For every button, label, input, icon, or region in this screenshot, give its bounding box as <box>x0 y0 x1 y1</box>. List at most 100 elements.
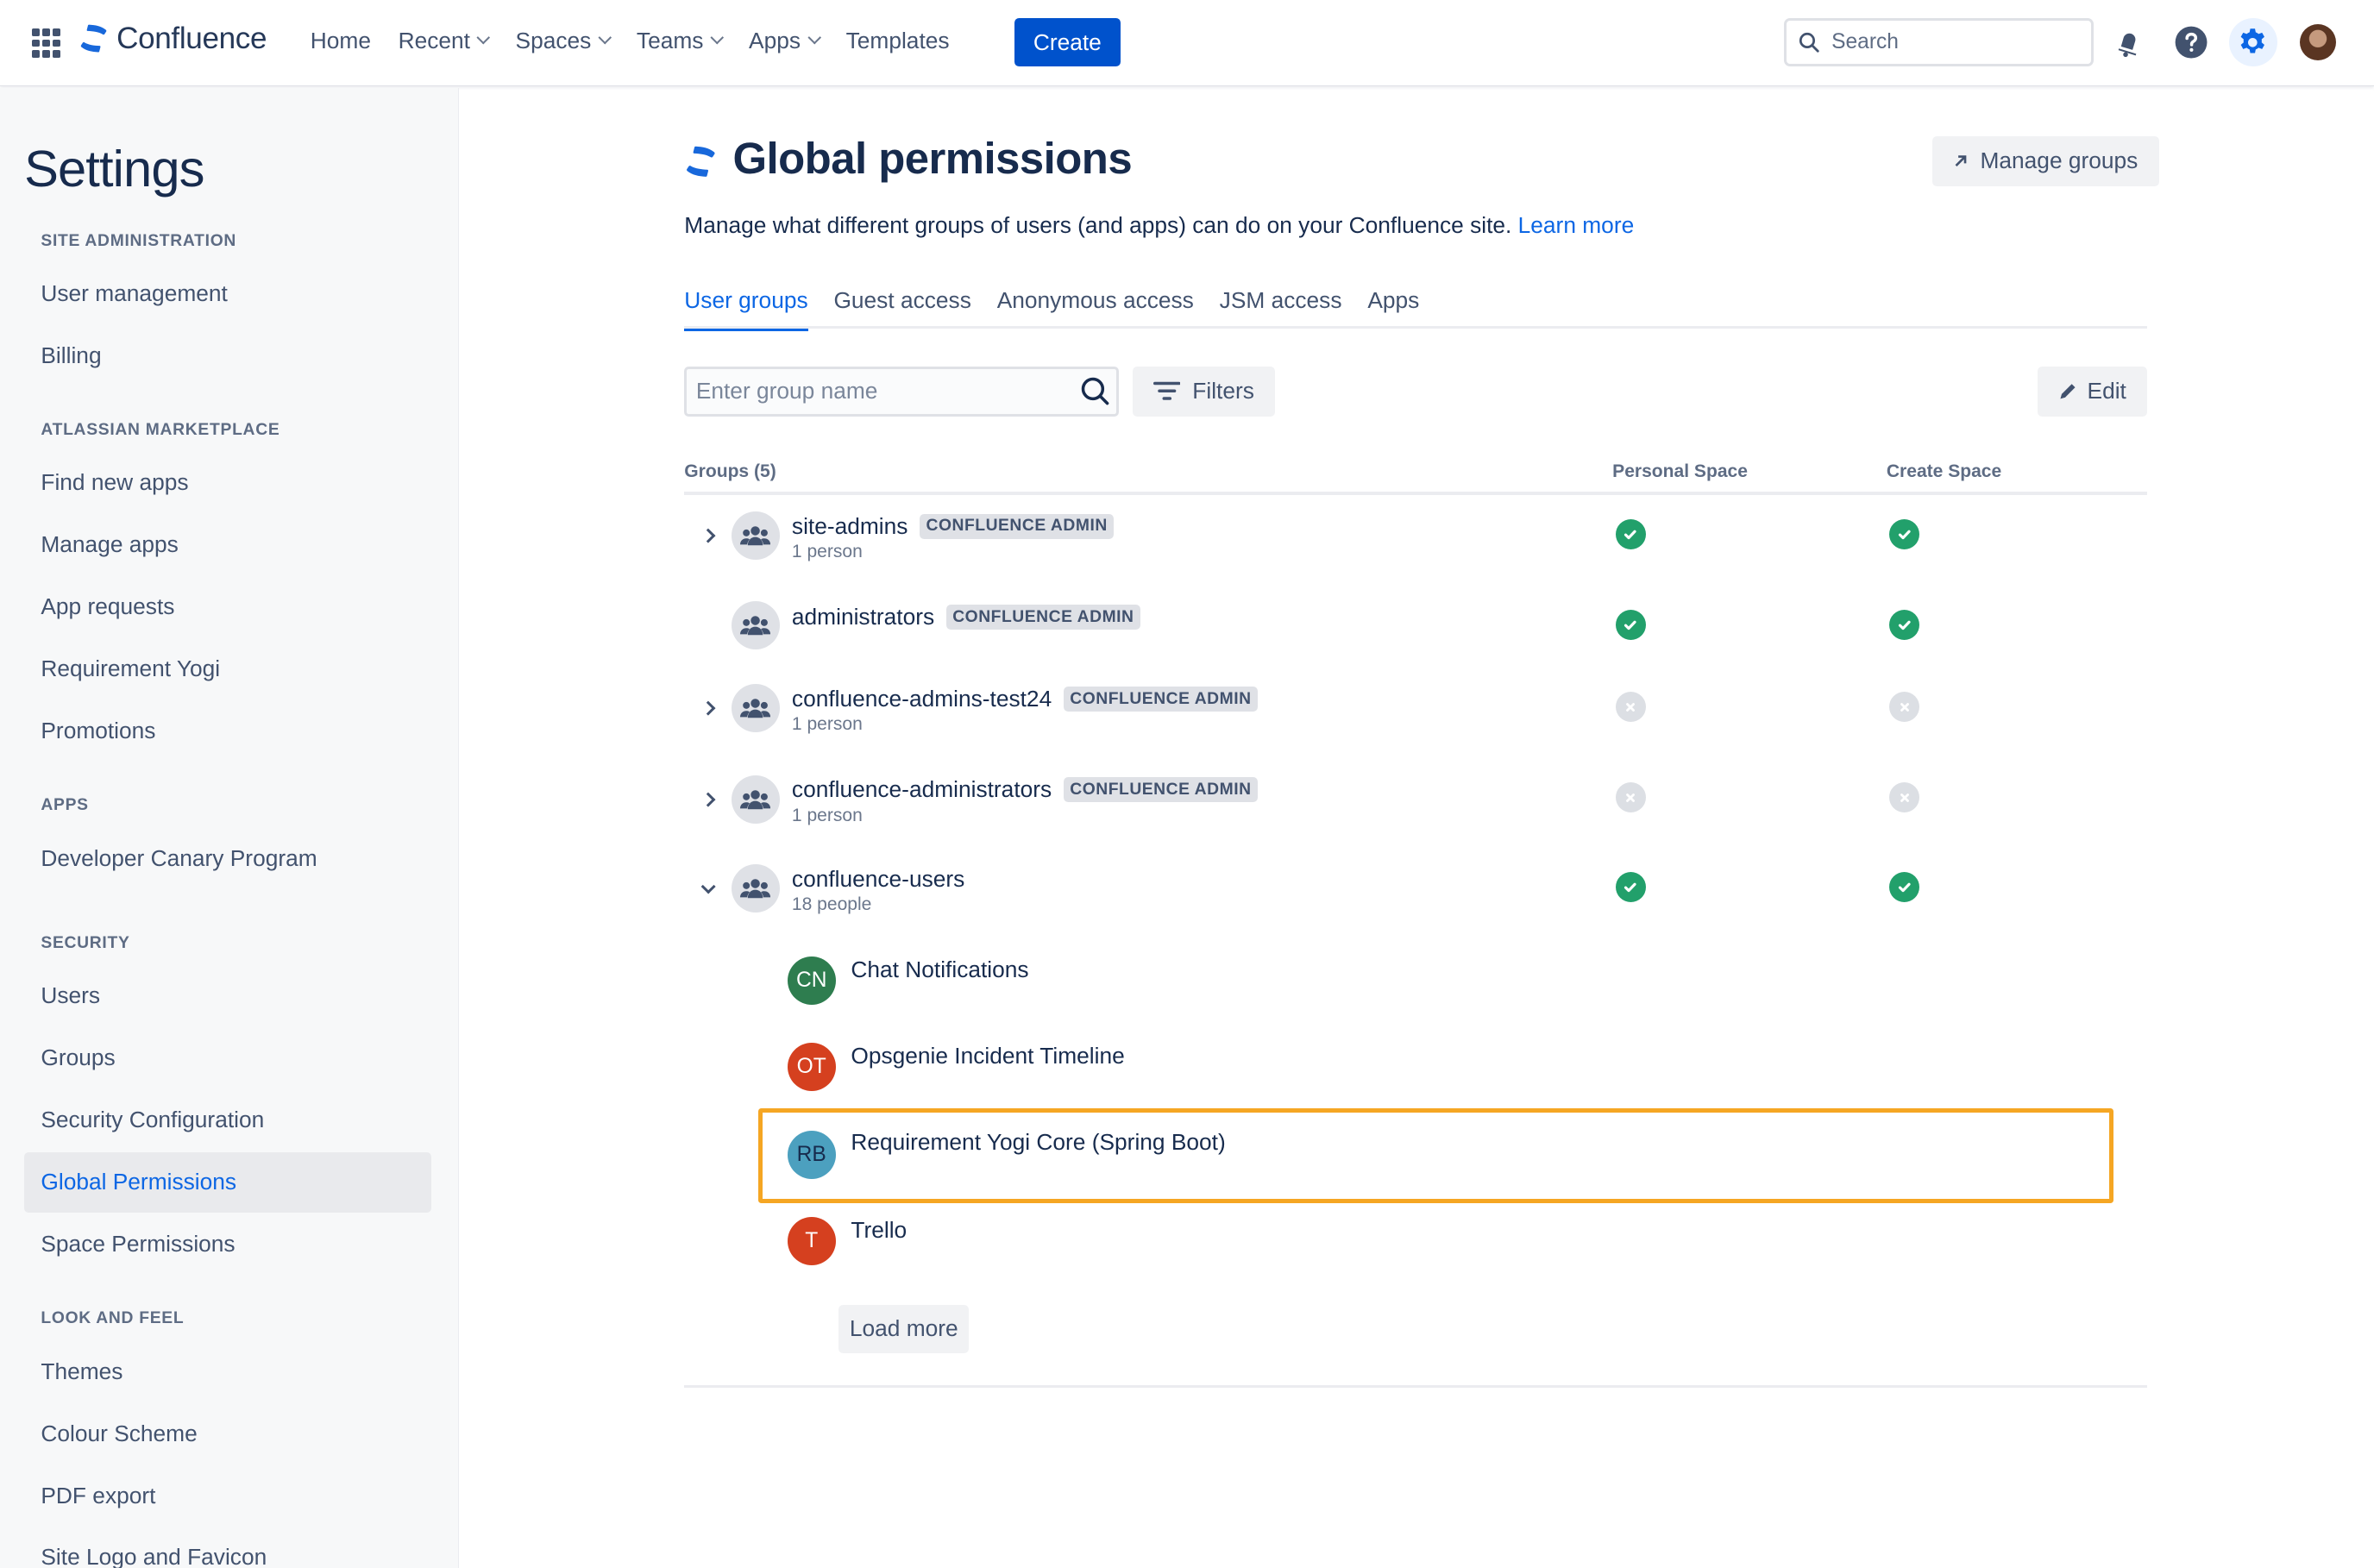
sidebar-item-users[interactable]: Users <box>24 966 431 1026</box>
notifications-icon[interactable] <box>2111 24 2147 60</box>
search-icon[interactable] <box>1074 370 1116 412</box>
nav-teams-label: Teams <box>636 27 704 53</box>
primary-nav: Home Recent Spaces Teams Apps Templates <box>311 28 977 54</box>
collapse-row-chevron-down-icon[interactable] <box>698 879 719 901</box>
personal-space-granted-check-icon <box>1615 518 1646 550</box>
sidebar-section-apps: APPS <box>41 796 89 815</box>
chevron-down-icon <box>807 31 821 45</box>
expand-row-chevron-right-icon[interactable] <box>698 698 719 719</box>
sidebar-item-billing[interactable]: Billing <box>24 325 431 386</box>
sidebar-item-pdf-export[interactable]: PDF export <box>24 1465 431 1526</box>
group-name-search-input[interactable]: Enter group name <box>684 366 1119 417</box>
chevron-down-icon <box>477 31 491 45</box>
filter-icon <box>1152 382 1181 401</box>
group-name-text: confluence-admins-test24 <box>791 686 1052 712</box>
nav-spaces[interactable]: Spaces <box>515 27 612 54</box>
create-space-denied-x-icon <box>1889 692 1920 723</box>
load-more-button[interactable]: Load more <box>838 1304 970 1354</box>
learn-more-link[interactable]: Learn more <box>1518 212 1635 238</box>
groups-column-header: Groups (5) <box>684 461 776 482</box>
table-header-divider <box>684 492 2147 495</box>
sidebar-item-user-management[interactable]: User management <box>24 263 431 323</box>
nav-templates[interactable]: Templates <box>846 28 950 54</box>
sidebar-section-atlassian-marketplace: ATLASSIAN MARKETPLACE <box>41 420 280 439</box>
group-name-text: confluence-administrators <box>791 776 1052 803</box>
group-name: confluence-administrators CONFLUENCE ADMI… <box>792 776 1258 803</box>
create-button[interactable]: Create <box>1014 18 1121 67</box>
nav-recent[interactable]: Recent <box>398 27 491 54</box>
sidebar-title: Settings <box>24 140 204 198</box>
manage-groups-button[interactable]: Manage groups <box>1931 135 2159 186</box>
filters-button[interactable]: Filters <box>1132 366 1275 417</box>
nav-spaces-label: Spaces <box>515 27 592 53</box>
table-bottom-divider <box>684 1384 2147 1389</box>
settings-sidebar: Settings SITE ADMINISTRATION User manage… <box>0 87 459 1568</box>
group-avatar-icon <box>731 684 780 733</box>
group-name: confluence-admins-test24 CONFLUENCE ADMIN <box>792 686 1258 712</box>
sidebar-item-developer-canary-program[interactable]: Developer Canary Program <box>24 828 431 888</box>
sidebar-item-app-requests[interactable]: App requests <box>24 577 431 637</box>
sidebar-item-manage-apps[interactable]: Manage apps <box>24 515 431 575</box>
expand-row-chevron-right-icon[interactable] <box>698 525 719 547</box>
personal-space-denied-x-icon <box>1615 692 1646 723</box>
chevron-down-icon <box>598 31 612 45</box>
group-member-count: 1 person <box>791 805 863 825</box>
search-input[interactable]: Search <box>1783 18 2095 67</box>
tab-jsm-access[interactable]: JSM access <box>1220 287 1342 328</box>
tab-anonymous-access[interactable]: Anonymous access <box>997 287 1194 328</box>
nav-recent-label: Recent <box>398 27 470 53</box>
member-name: Trello <box>851 1217 908 1244</box>
sidebar-item-space-permissions[interactable]: Space Permissions <box>24 1214 431 1275</box>
pencil-icon <box>2060 384 2076 399</box>
app-switcher-icon[interactable] <box>31 28 61 58</box>
external-link-icon <box>1955 155 1967 167</box>
expand-row-chevron-right-icon[interactable] <box>698 788 719 810</box>
page-description: Manage what different groups of users (a… <box>684 212 1634 239</box>
confluence-logo-icon <box>684 145 718 185</box>
top-navigation: Confluence Home Recent Spaces Teams Apps… <box>0 0 2374 87</box>
sidebar-section-look-and-feel: LOOK AND FEEL <box>41 1309 185 1328</box>
help-icon[interactable] <box>2173 24 2209 60</box>
confluence-admin-badge: CONFLUENCE ADMIN <box>1064 777 1258 803</box>
tab-guest-access[interactable]: Guest access <box>833 287 970 328</box>
create-space-granted-check-icon <box>1889 871 1920 903</box>
settings-icon[interactable] <box>2228 18 2277 67</box>
sidebar-item-requirement-yogi[interactable]: Requirement Yogi <box>24 639 431 699</box>
confluence-admin-badge: CONFLUENCE ADMIN <box>1064 687 1258 712</box>
group-avatar-icon <box>731 511 780 561</box>
personal-space-column-header: Personal Space <box>1612 461 1748 482</box>
confluence-logo-icon <box>81 24 107 53</box>
highlighted-member-outline <box>758 1107 2114 1204</box>
personal-space-denied-x-icon <box>1615 782 1646 813</box>
member-avatar: CN <box>787 956 836 1006</box>
confluence-admin-badge: CONFLUENCE ADMIN <box>920 513 1114 539</box>
nav-home[interactable]: Home <box>311 28 371 54</box>
create-space-denied-x-icon <box>1889 782 1920 813</box>
group-search-placeholder: Enter group name <box>695 378 878 405</box>
create-space-column-header: Create Space <box>1886 461 2002 482</box>
sidebar-item-colour-scheme[interactable]: Colour Scheme <box>24 1403 431 1464</box>
confluence-logo[interactable]: Confluence <box>79 22 267 56</box>
tab-user-groups[interactable]: User groups <box>684 287 808 332</box>
sidebar-item-find-new-apps[interactable]: Find new apps <box>24 453 431 513</box>
sidebar-item-themes[interactable]: Themes <box>24 1341 431 1402</box>
sidebar-item-promotions[interactable]: Promotions <box>24 701 431 762</box>
sidebar-section-security: SECURITY <box>41 933 130 952</box>
nav-teams[interactable]: Teams <box>636 27 724 54</box>
sidebar-item-site-logo-and-favicon[interactable]: Site Logo and Favicon <box>24 1527 431 1568</box>
description-text: Manage what different groups of users (a… <box>684 211 1512 238</box>
nav-templates-label: Templates <box>845 27 950 53</box>
create-space-granted-check-icon <box>1889 518 1920 550</box>
sidebar-item-security-configuration[interactable]: Security Configuration <box>24 1090 431 1151</box>
sidebar-section-site-administration: SITE ADMINISTRATION <box>41 231 237 250</box>
group-avatar-icon <box>731 864 780 913</box>
sidebar-item-global-permissions[interactable]: Global Permissions <box>24 1151 432 1213</box>
group-name-text: confluence-users <box>791 865 965 892</box>
nav-apps[interactable]: Apps <box>749 28 821 54</box>
page-title: Global permissions <box>732 134 1133 184</box>
edit-button[interactable]: Edit <box>2038 366 2147 417</box>
tab-apps[interactable]: Apps <box>1367 287 1419 328</box>
sidebar-item-groups[interactable]: Groups <box>24 1028 431 1088</box>
profile-avatar[interactable] <box>2299 24 2337 61</box>
group-name-text: administrators <box>791 604 935 630</box>
